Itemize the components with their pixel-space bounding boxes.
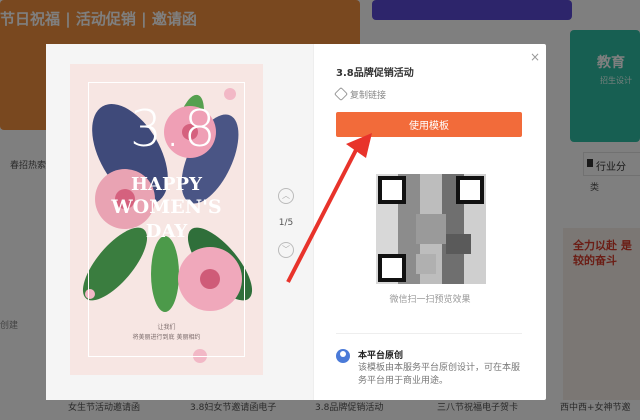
annotation-arrow (286, 133, 372, 283)
